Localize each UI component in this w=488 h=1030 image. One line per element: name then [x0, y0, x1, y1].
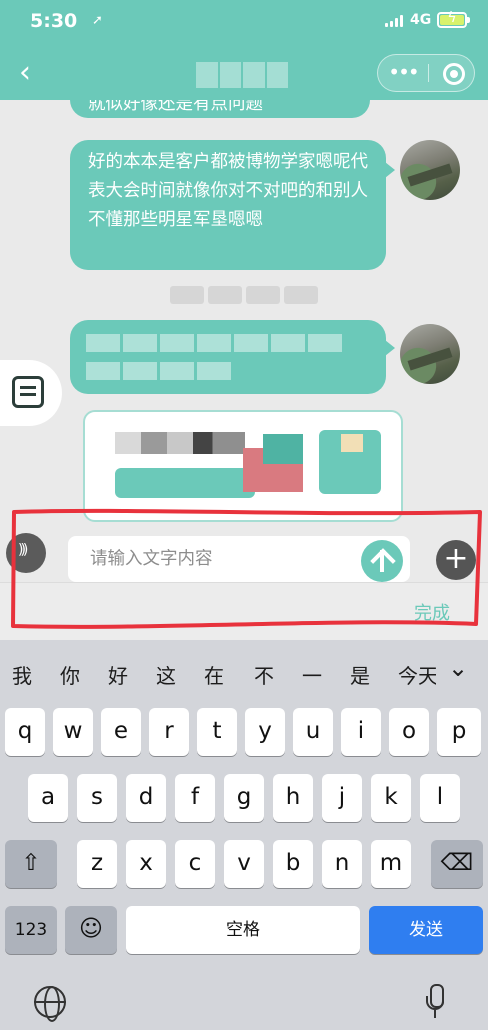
candidate-bar: 我 你 好 这 在 不 一 是 今天 ⌄	[0, 640, 488, 700]
plus-icon[interactable]: +	[436, 540, 476, 580]
key-r[interactable]: r	[149, 708, 189, 756]
key-i[interactable]: i	[341, 708, 381, 756]
message-bubble-partial: 就似好像还是有点问题	[70, 100, 370, 118]
avatar[interactable]	[400, 140, 460, 200]
key-j[interactable]: j	[322, 774, 362, 822]
key-l[interactable]: l	[420, 774, 460, 822]
send-arrow-button[interactable]	[361, 540, 403, 582]
location-arrow-icon: ➚	[92, 13, 103, 28]
chat-title-redacted	[196, 62, 288, 88]
status-time: 5:30	[30, 10, 78, 32]
key-z[interactable]: z	[77, 840, 117, 888]
key-d[interactable]: d	[126, 774, 166, 822]
document-icon	[12, 376, 44, 408]
key-p[interactable]: p	[437, 708, 481, 756]
network-type: 4G	[410, 12, 432, 28]
miniprogram-capsule: •••	[377, 54, 475, 92]
key-q[interactable]: q	[5, 708, 45, 756]
key-s[interactable]: s	[77, 774, 117, 822]
timestamp-redacted	[170, 286, 318, 304]
key-k[interactable]: k	[371, 774, 411, 822]
done-button[interactable]: 完成	[414, 599, 450, 625]
candidate-word[interactable]: 你	[60, 660, 80, 689]
key-m[interactable]: m	[371, 840, 411, 888]
key-f[interactable]: f	[175, 774, 215, 822]
emoji-key[interactable]: ☺	[65, 906, 117, 954]
keyboard-accessory-bar: 完成	[0, 582, 488, 640]
key-y[interactable]: y	[245, 708, 285, 756]
message-bubble[interactable]: 好的本本是客户都被博物学家嗯呢代表大会时间就像你对不对吧的和别人不懂那些明星军垦…	[70, 140, 395, 270]
message-input[interactable]	[68, 536, 410, 582]
send-key[interactable]: 发送	[369, 906, 483, 954]
candidate-word[interactable]: 今天	[398, 660, 436, 689]
top-bar: 5:30 ➚ 4G ϟ ‹ •••	[0, 0, 488, 100]
input-row: +	[0, 530, 488, 582]
globe-icon[interactable]	[34, 986, 66, 1022]
delete-key[interactable]: ⌫	[431, 840, 483, 888]
voice-icon[interactable]	[6, 533, 46, 573]
redacted-text	[86, 334, 342, 352]
key-w[interactable]: w	[53, 708, 93, 756]
card-image-redacted	[115, 432, 245, 454]
message-text: 好的本本是客户都被博物学家嗯呢代表大会时间就像你对不对吧的和别人不懂那些明星军垦…	[88, 152, 368, 230]
space-key[interactable]: 空格	[126, 906, 360, 954]
candidate-word[interactable]: 好	[108, 660, 128, 689]
key-c[interactable]: c	[175, 840, 215, 888]
key-u[interactable]: u	[293, 708, 333, 756]
battery-icon: ϟ	[437, 10, 467, 28]
candidate-word[interactable]: 这	[156, 660, 176, 689]
target-icon[interactable]	[443, 63, 465, 85]
key-x[interactable]: x	[126, 840, 166, 888]
more-icon[interactable]: •••	[378, 55, 428, 91]
message-text: 就似好像还是有点问题	[88, 100, 263, 114]
battery-cap	[467, 17, 470, 23]
key-b[interactable]: b	[273, 840, 313, 888]
numbers-key[interactable]: 123	[5, 906, 57, 954]
redacted-text	[86, 362, 231, 380]
capsule-divider	[428, 64, 429, 82]
shift-key[interactable]: ⇧	[5, 840, 57, 888]
mic-stem	[434, 1010, 436, 1018]
signal-icon	[385, 15, 403, 27]
key-h[interactable]: h	[273, 774, 313, 822]
key-n[interactable]: n	[322, 840, 362, 888]
candidate-word[interactable]: 一	[302, 660, 322, 689]
key-e[interactable]: e	[101, 708, 141, 756]
candidate-word[interactable]: 我	[12, 660, 32, 689]
candidate-word[interactable]: 在	[204, 660, 224, 689]
key-v[interactable]: v	[224, 840, 264, 888]
back-icon[interactable]: ‹	[10, 54, 40, 92]
card-block	[341, 434, 363, 452]
candidate-word[interactable]: 是	[350, 660, 370, 689]
card-block	[115, 468, 255, 498]
key-t[interactable]: t	[197, 708, 237, 756]
chevron-down-icon[interactable]: ⌄	[448, 654, 468, 682]
key-o[interactable]: o	[389, 708, 429, 756]
keyboard: 我 你 好 这 在 不 一 是 今天 ⌄ q w e r t y u i o p…	[0, 640, 488, 1030]
key-a[interactable]: a	[28, 774, 68, 822]
message-bubble-redacted[interactable]	[70, 320, 395, 394]
candidate-word[interactable]: 不	[254, 660, 274, 689]
shared-card[interactable]	[83, 410, 403, 522]
avatar[interactable]	[400, 324, 460, 384]
key-g[interactable]: g	[224, 774, 264, 822]
card-block	[263, 434, 303, 464]
